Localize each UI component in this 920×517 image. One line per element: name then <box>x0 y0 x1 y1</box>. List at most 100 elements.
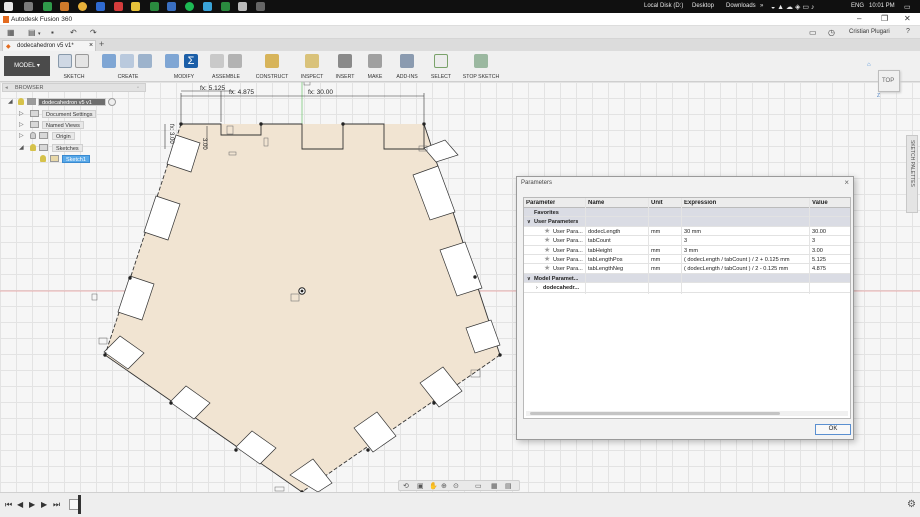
add-ins-menu[interactable]: ADD-INS <box>393 54 421 81</box>
cell-unit[interactable]: mm <box>651 257 660 263</box>
pan-icon[interactable]: ✋ <box>429 482 438 490</box>
downloads-label[interactable]: Downloads <box>726 3 756 9</box>
taskbar-app-icon[interactable] <box>24 2 33 11</box>
taskbar-app-icon[interactable] <box>43 2 52 11</box>
visibility-bulb-icon[interactable] <box>18 98 24 105</box>
expand-icon[interactable]: ▷ <box>19 110 24 117</box>
viewcube[interactable]: TOP <box>878 70 900 92</box>
favorites-group[interactable]: Favorites <box>524 208 850 218</box>
language-indicator[interactable]: ENG <box>851 3 864 9</box>
data-panel-icon[interactable]: ▦ <box>7 28 15 37</box>
browser-root[interactable]: ◢ dodecahedron v5 v1 <box>2 97 146 106</box>
create-menu[interactable]: CREATE <box>100 54 156 81</box>
cell-name[interactable]: tabLengthNeg <box>588 266 623 272</box>
dimension-dodec-length[interactable]: fx: 30.00 <box>308 89 333 96</box>
column-header-value[interactable]: Value <box>812 200 828 206</box>
undo-icon[interactable]: ↶ <box>70 28 77 37</box>
column-header-expression[interactable]: Expression <box>684 200 716 206</box>
timeline-marker[interactable] <box>78 495 81 514</box>
dialog-close-button[interactable]: × <box>844 178 849 187</box>
dimension-tab-height[interactable]: fx: 3.00 <box>168 124 174 144</box>
taskbar-app-icon[interactable] <box>96 2 105 11</box>
browser-item-origin[interactable]: ▷ Origin <box>2 131 146 140</box>
desktop-label[interactable]: Desktop <box>692 3 714 9</box>
sketch-menu[interactable]: SKETCH <box>56 54 92 81</box>
look-at-icon[interactable]: ▣ <box>417 482 424 490</box>
table-row[interactable]: ★ User Para... tabCount 3 3 <box>524 236 850 246</box>
insert-menu[interactable]: INSERT <box>332 54 358 81</box>
horizontal-scrollbar[interactable] <box>526 411 848 416</box>
expand-icon[interactable]: › <box>536 285 538 291</box>
display-settings-icon[interactable]: ▭ <box>475 482 482 490</box>
column-header-parameter[interactable]: Parameter <box>526 200 555 206</box>
spotify-icon[interactable] <box>185 2 194 11</box>
table-row[interactable]: ★ User Para... dodecLength mm 30 mm 30.0… <box>524 227 850 237</box>
taskbar-app-icon[interactable] <box>203 2 212 11</box>
cell-unit[interactable]: mm <box>651 266 660 272</box>
select-menu[interactable]: SELECT <box>428 54 454 81</box>
inspect-menu[interactable]: INSPECT <box>298 54 326 81</box>
file-menu-icon[interactable]: ▤ <box>28 28 36 37</box>
scrollbar-thumb[interactable] <box>530 412 780 415</box>
chevron-down-icon[interactable]: ▾ <box>38 31 41 37</box>
activate-radio-icon[interactable] <box>108 98 116 106</box>
home-view-icon[interactable]: ⌂ <box>867 62 871 68</box>
collapse-icon[interactable]: ◢ <box>19 144 24 151</box>
modify-menu[interactable]: Σ MODIFY <box>164 54 204 81</box>
construct-menu[interactable]: CONSTRUCT <box>254 54 290 81</box>
cell-expression[interactable]: ( dodecLength / tabCount ) / 2 + 0.125 m… <box>684 257 790 263</box>
redo-icon[interactable]: ↷ <box>90 28 97 37</box>
expand-icon[interactable]: ◢ <box>8 98 13 105</box>
chrome-icon[interactable] <box>78 2 87 11</box>
cell-name[interactable]: tabHeight <box>588 248 612 254</box>
cell-unit[interactable]: mm <box>651 248 660 254</box>
taskbar-app-icon[interactable] <box>221 2 230 11</box>
grid-settings-icon[interactable]: ▦ <box>491 482 498 490</box>
minimize-button[interactable]: – <box>857 14 861 23</box>
clock[interactable]: 10:01 PM <box>869 3 895 9</box>
table-row[interactable]: ★ User Para... tabLengthPos mm ( dodecLe… <box>524 255 850 265</box>
go-to-start-icon[interactable]: ⏮ <box>5 500 12 510</box>
visibility-bulb-icon[interactable] <box>30 132 36 139</box>
browser-item-sketches[interactable]: ◢ Sketches <box>2 143 146 152</box>
excel-icon[interactable] <box>150 2 159 11</box>
clock-icon[interactable]: ◷ <box>828 28 835 37</box>
step-forward-icon[interactable]: ▶ <box>41 500 47 509</box>
make-menu[interactable]: MAKE <box>362 54 388 81</box>
workspace-switcher[interactable]: MODEL ▾ <box>4 56 50 76</box>
tray-icons[interactable]: ◒ ▲ ☁ ◈ ▭ ♪ <box>771 3 814 11</box>
fit-icon[interactable]: ⊙ <box>453 482 459 490</box>
taskbar-app-icon[interactable] <box>256 2 265 11</box>
document-tab[interactable]: ◆ dodecahedron v5 v1* × <box>2 40 96 51</box>
expand-icon[interactable]: ▷ <box>19 121 24 128</box>
job-status-icon[interactable]: ▭ <box>809 28 817 37</box>
gear-icon[interactable]: ⚙ <box>907 499 916 510</box>
ok-button[interactable]: OK <box>815 424 851 435</box>
taskbar-app-icon[interactable] <box>114 2 123 11</box>
cell-expression[interactable]: 3 <box>684 238 687 244</box>
save-icon[interactable]: ▪ <box>51 28 54 37</box>
expand-icon[interactable]: ∨ <box>527 219 531 225</box>
table-row[interactable]: ★ User Para... tabHeight mm 3 mm 3.00 <box>524 246 850 255</box>
cell-name[interactable]: dodecLength <box>588 229 620 235</box>
step-back-icon[interactable]: ◀ <box>17 500 23 509</box>
cell-expression[interactable]: ( dodecLength / tabCount ) / 2 - 0.125 m… <box>684 266 788 272</box>
zoom-icon[interactable]: ⊕ <box>441 482 447 490</box>
cell-unit[interactable]: mm <box>651 229 660 235</box>
pin-icon[interactable]: ◦ <box>137 85 139 91</box>
favorite-star-icon[interactable]: ★ <box>544 236 550 244</box>
dimension-tab-height-2[interactable]: 3.00 <box>201 138 207 150</box>
cell-name[interactable]: tabCount <box>588 238 611 244</box>
go-to-end-icon[interactable]: ⏭ <box>53 500 60 510</box>
collapse-icon[interactable]: ◂ <box>5 85 8 91</box>
stop-sketch-button[interactable]: STOP SKETCH <box>460 54 502 81</box>
fusion-icon[interactable] <box>238 2 247 11</box>
chevron-icon[interactable]: » <box>760 3 763 9</box>
favorite-star-icon[interactable]: ★ <box>544 264 550 272</box>
user-parameters-group[interactable]: ∨ User Parameters <box>524 217 850 227</box>
taskbar-app-icon[interactable] <box>60 2 69 11</box>
maximize-button[interactable]: ❐ <box>881 14 888 23</box>
taskbar-app-icon[interactable] <box>167 2 176 11</box>
dimension-tab-length-neg[interactable]: fx: 4.875 <box>229 89 254 96</box>
assemble-menu[interactable]: ASSEMBLE <box>208 54 244 81</box>
